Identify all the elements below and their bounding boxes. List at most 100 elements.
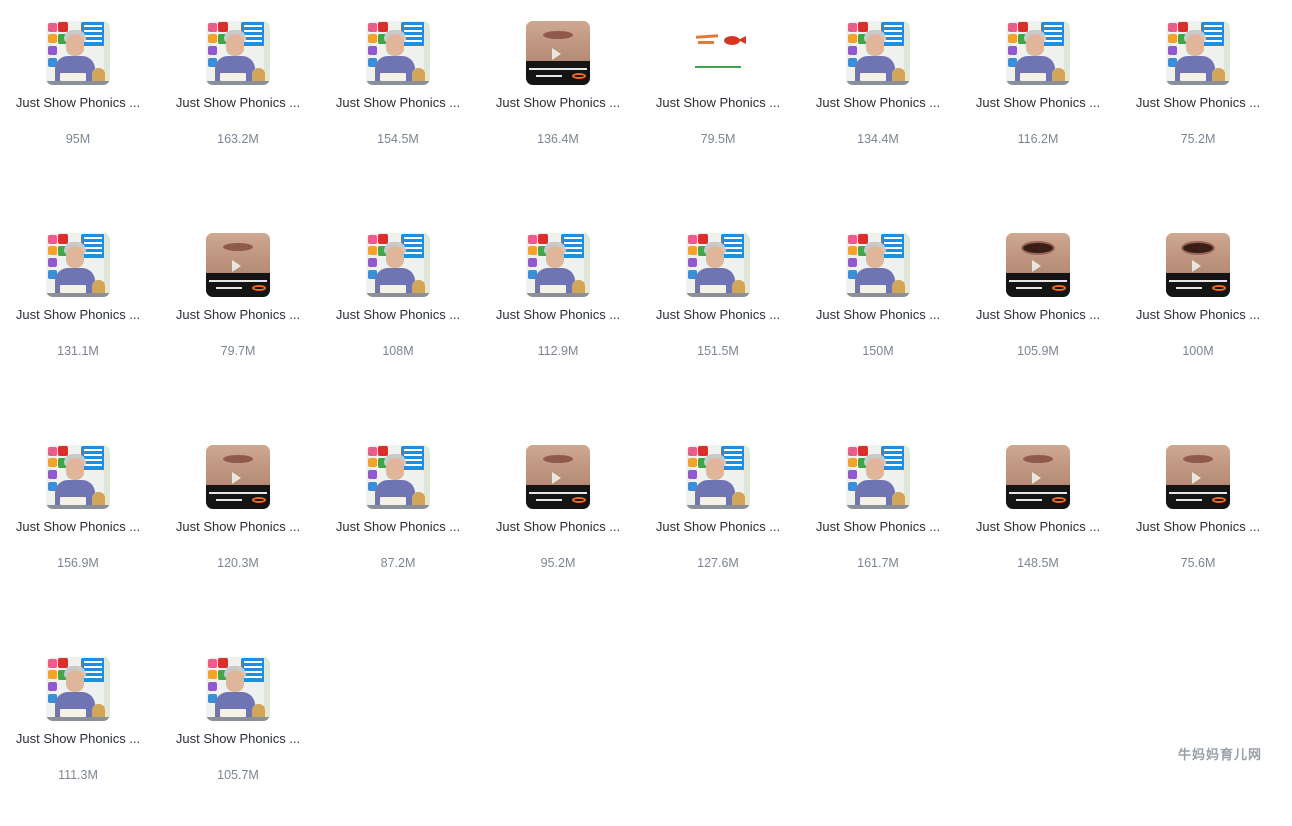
file-tile[interactable]: Just Show Phonics ... 131.1M: [0, 212, 160, 402]
letter-block-icon: [208, 682, 217, 691]
video-thumbnail[interactable]: [206, 657, 270, 721]
letter-block-icon: [48, 46, 57, 55]
file-tile[interactable]: Just Show Phonics ... 150M: [800, 212, 960, 402]
letter-block-icon: [528, 258, 537, 267]
file-tile[interactable]: Just Show Phonics ... 120.3M: [160, 424, 320, 614]
letter-block-icon: [528, 235, 537, 244]
video-thumbnail[interactable]: [206, 445, 270, 509]
file-tile[interactable]: Just Show Phonics ... 112.9M: [480, 212, 640, 402]
video-thumbnail[interactable]: [46, 233, 110, 297]
video-thumbnail[interactable]: [366, 445, 430, 509]
file-tile[interactable]: Just Show Phonics ... 108M: [320, 212, 480, 402]
book-icon: [220, 709, 246, 717]
file-tile[interactable]: Just Show Phonics ... 100M: [1120, 212, 1280, 402]
file-tile[interactable]: Just Show Phonics ... 148.5M: [960, 424, 1120, 614]
video-thumbnail[interactable]: [46, 21, 110, 85]
file-tile[interactable]: Just Show Phonics ... 127.6M: [640, 424, 800, 614]
phonics-caption-band: [206, 485, 270, 509]
presenter-head: [226, 670, 244, 692]
video-thumbnail[interactable]: [1166, 21, 1230, 85]
file-name: Just Show Phonics ...: [175, 307, 301, 322]
play-icon: [552, 472, 561, 484]
letter-block-icon: [688, 470, 697, 479]
letter-block-icon: [1018, 22, 1028, 32]
video-thumbnail[interactable]: [846, 21, 910, 85]
file-size: 79.5M: [700, 132, 736, 146]
video-thumbnail[interactable]: [526, 21, 590, 85]
file-name: Just Show Phonics ...: [335, 95, 461, 110]
desk: [206, 81, 270, 85]
video-thumbnail[interactable]: [366, 233, 430, 297]
video-thumbnail[interactable]: [1006, 233, 1070, 297]
file-tile[interactable]: Just Show Phonics ... 156.9M: [0, 424, 160, 614]
file-size: 100M: [1182, 344, 1214, 358]
file-tile[interactable]: Just Show Phonics ... 105.9M: [960, 212, 1120, 402]
file-tile[interactable]: Just Show Phonics ... 95.2M: [480, 424, 640, 614]
letter-block-icon: [1008, 46, 1017, 55]
video-thumbnail[interactable]: [1166, 233, 1230, 297]
letter-block-icon: [368, 235, 377, 244]
letter-block-icon: [208, 670, 217, 679]
file-tile[interactable]: Just Show Phonics ... 136.4M: [480, 0, 640, 190]
file-tile[interactable]: Just Show Phonics ... 105.7M: [160, 636, 320, 826]
file-name: Just Show Phonics ...: [15, 307, 141, 322]
file-tile[interactable]: Just Show Phonics ... 151.5M: [640, 212, 800, 402]
letter-block-icon: [848, 46, 857, 55]
desk: [366, 505, 430, 509]
file-tile[interactable]: Just Show Phonics ... 154.5M: [320, 0, 480, 190]
video-thumbnail[interactable]: [526, 233, 590, 297]
book-icon: [60, 709, 86, 717]
letter-block-icon: [1178, 22, 1188, 32]
desk: [846, 293, 910, 297]
file-tile[interactable]: Just Show Phonics ... 163.2M: [160, 0, 320, 190]
video-thumbnail[interactable]: [1006, 21, 1070, 85]
desk: [206, 717, 270, 721]
file-tile[interactable]: Just Show Phonics ... 75.6M: [1120, 424, 1280, 614]
file-tile[interactable]: Just Show Phonics ... 75.2M: [1120, 0, 1280, 190]
file-tile[interactable]: Just Show Phonics ... 79.7M: [160, 212, 320, 402]
file-tile[interactable]: Just Show Phonics ... 87.2M: [320, 424, 480, 614]
video-thumbnail[interactable]: [1006, 445, 1070, 509]
video-thumbnail[interactable]: [206, 233, 270, 297]
file-name: Just Show Phonics ...: [495, 307, 621, 322]
video-thumbnail[interactable]: [46, 445, 110, 509]
file-tile[interactable]: Just Show Phonics ... 134.4M: [800, 0, 960, 190]
site-watermark: 牛妈妈育儿网: [1177, 747, 1262, 762]
letter-block-icon: [378, 446, 388, 456]
video-thumbnail[interactable]: [206, 21, 270, 85]
file-size: 87.2M: [380, 556, 416, 570]
video-thumbnail[interactable]: [46, 657, 110, 721]
desk: [46, 81, 110, 85]
file-tile[interactable]: Just Show Phonics ... 95M: [0, 0, 160, 190]
file-size: 161.7M: [857, 556, 899, 570]
file-tile[interactable]: Just Show Phonics ... 79.5M: [640, 0, 800, 190]
video-thumbnail[interactable]: [846, 445, 910, 509]
letter-block-icon: [368, 470, 377, 479]
book-icon: [60, 497, 86, 505]
video-thumbnail[interactable]: [366, 21, 430, 85]
file-name: Just Show Phonics ...: [975, 307, 1101, 322]
file-size: 148.5M: [1017, 556, 1059, 570]
video-thumbnail[interactable]: [1166, 445, 1230, 509]
video-thumbnail[interactable]: [526, 445, 590, 509]
letter-block-icon: [58, 446, 68, 456]
file-tile[interactable]: Just Show Phonics ... 111.3M: [0, 636, 160, 826]
caption-line: [695, 66, 741, 68]
file-name: Just Show Phonics ...: [815, 307, 941, 322]
letter-block-icon: [48, 458, 57, 467]
desk: [846, 505, 910, 509]
video-thumbnail[interactable]: [846, 233, 910, 297]
video-thumbnail[interactable]: [686, 21, 750, 85]
mouth-icon: [1183, 455, 1213, 463]
letter-block-icon: [858, 446, 868, 456]
file-tile[interactable]: Just Show Phonics ... 116.2M: [960, 0, 1120, 190]
letter-block-icon: [688, 246, 697, 255]
desk: [366, 293, 430, 297]
letter-block-icon: [48, 447, 57, 456]
letter-block-icon: [378, 234, 388, 244]
file-size: 120.3M: [217, 556, 259, 570]
file-name: Just Show Phonics ...: [815, 95, 941, 110]
video-thumbnail[interactable]: [686, 233, 750, 297]
file-tile[interactable]: Just Show Phonics ... 161.7M: [800, 424, 960, 614]
video-thumbnail[interactable]: [686, 445, 750, 509]
